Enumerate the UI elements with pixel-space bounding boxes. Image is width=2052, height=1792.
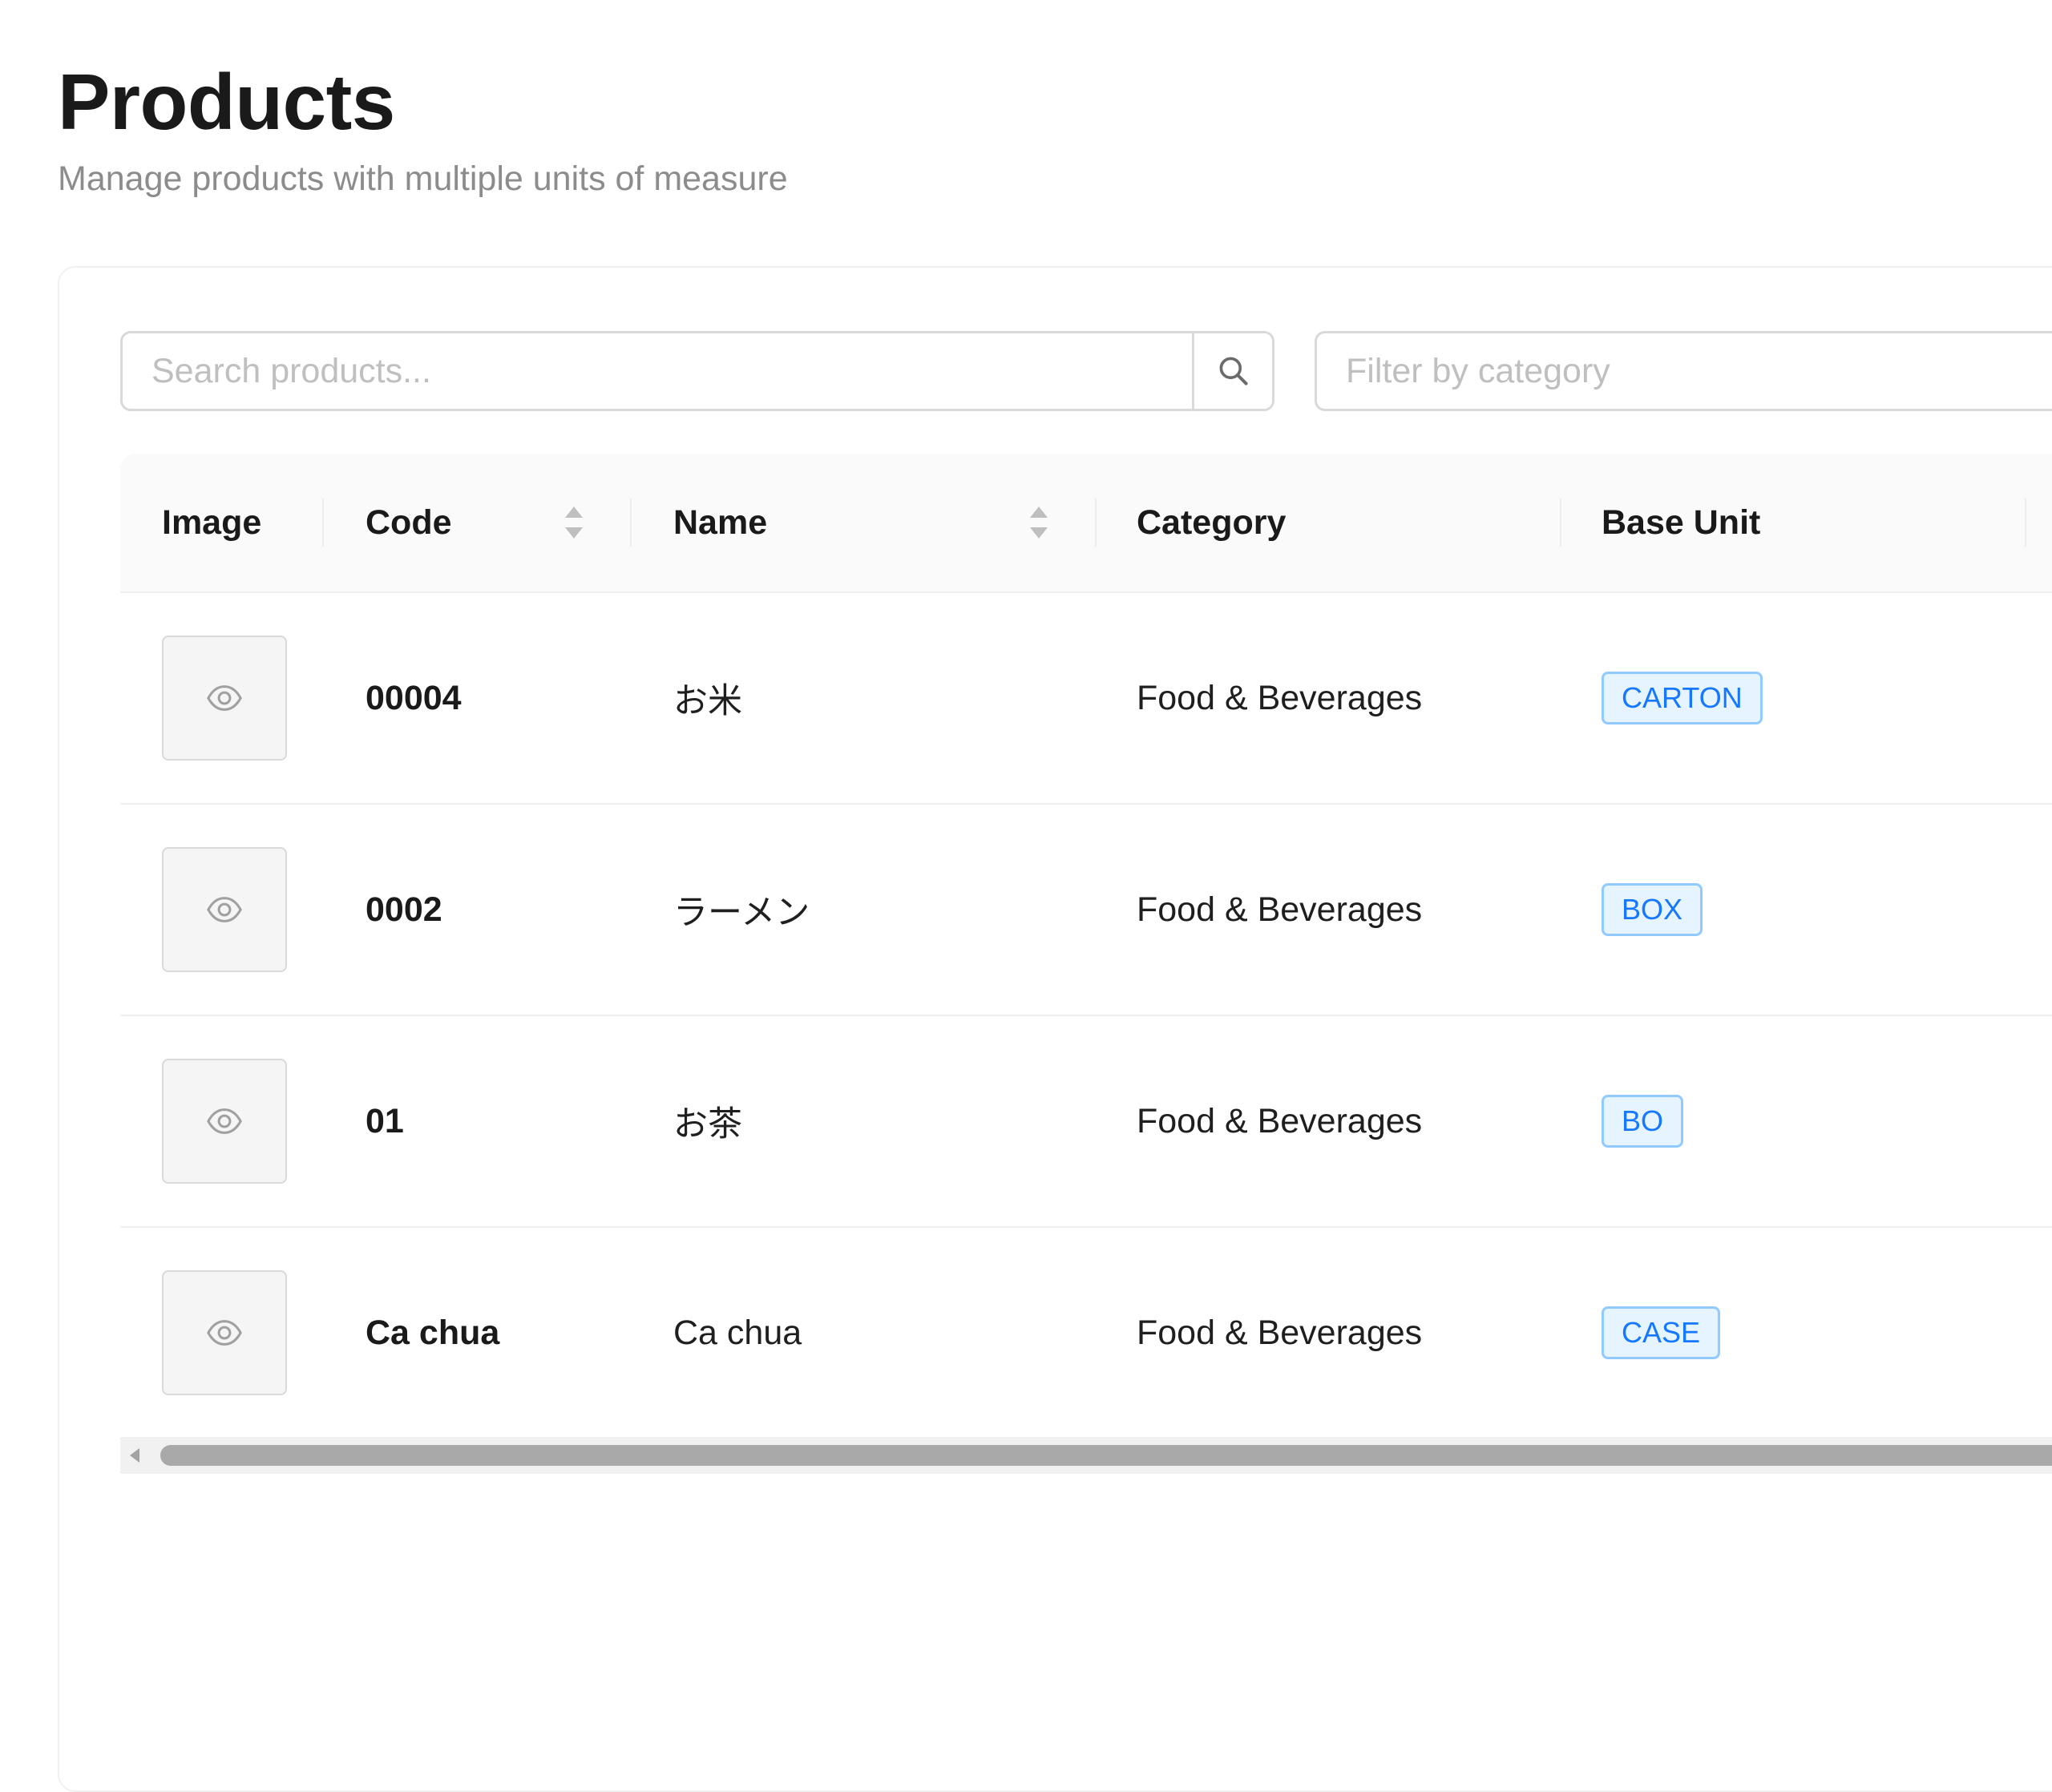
table-body: 00004 お米 Food & Beverages CARTON 0002 ラー… — [120, 593, 2052, 1438]
base-unit-tag: CARTON — [1602, 672, 1763, 724]
column-divider — [1560, 498, 1561, 547]
eye-icon — [207, 1108, 242, 1134]
search-input[interactable] — [123, 333, 1192, 409]
table-header: Image Code Name Category Base Unit — [120, 454, 2052, 593]
base-unit-tag: BO — [1602, 1095, 1684, 1148]
scroll-left-arrow-icon[interactable] — [130, 1448, 139, 1463]
products-table: Image Code Name Category Base Unit 00004… — [120, 454, 2052, 1438]
column-divider — [2025, 498, 2026, 547]
column-header-name[interactable]: Name — [673, 454, 767, 591]
search-group — [120, 331, 1274, 411]
category-filter-placeholder: Filter by category — [1346, 351, 1610, 390]
page-subtitle: Manage products with multiple units of m… — [58, 159, 788, 198]
column-header-base-unit: Base Unit — [1602, 502, 1761, 542]
column-header-image: Image — [162, 502, 262, 542]
search-icon — [1219, 357, 1248, 385]
product-name: お米 — [673, 682, 742, 720]
scrollbar-thumb[interactable] — [160, 1445, 2052, 1466]
eye-icon — [207, 897, 242, 922]
column-header-code[interactable]: Code — [366, 454, 452, 591]
page-title: Products — [58, 58, 395, 146]
product-category: Food & Beverages — [1137, 1101, 1423, 1140]
sort-icon[interactable] — [562, 503, 586, 542]
eye-icon — [207, 1320, 242, 1346]
base-unit-tag: CASE — [1602, 1306, 1721, 1359]
column-header-category: Category — [1137, 502, 1287, 542]
product-image-preview[interactable] — [162, 847, 287, 972]
base-unit-tag: BOX — [1602, 883, 1703, 936]
product-image-preview[interactable] — [162, 636, 287, 761]
column-divider — [1095, 498, 1097, 547]
eye-icon — [207, 685, 242, 711]
search-button[interactable] — [1192, 333, 1272, 409]
product-name: お茶 — [673, 1105, 742, 1144]
table-row: 01 お茶 Food & Beverages BO — [120, 1016, 2052, 1228]
product-category: Food & Beverages — [1137, 1313, 1423, 1352]
table-row: 00004 お米 Food & Beverages CARTON — [120, 593, 2052, 805]
category-filter-select[interactable]: Filter by category — [1315, 331, 2052, 411]
product-image-preview[interactable] — [162, 1270, 287, 1395]
product-code: Ca chua — [366, 1313, 500, 1352]
column-divider — [630, 498, 632, 547]
column-divider — [322, 498, 324, 547]
product-name: Ca chua — [673, 1313, 802, 1352]
product-category: Food & Beverages — [1137, 890, 1423, 929]
product-image-preview[interactable] — [162, 1059, 287, 1184]
product-code: 00004 — [366, 678, 462, 717]
product-name: ラーメン — [673, 894, 810, 932]
table-row: Ca chua Ca chua Food & Beverages CASE — [120, 1228, 2052, 1438]
product-category: Food & Beverages — [1137, 678, 1423, 717]
table-row: 0002 ラーメン Food & Beverages BOX — [120, 805, 2052, 1016]
horizontal-scrollbar[interactable] — [120, 1437, 2052, 1474]
product-code: 0002 — [366, 890, 442, 929]
product-code: 01 — [366, 1101, 404, 1140]
sort-icon[interactable] — [1027, 503, 1051, 542]
